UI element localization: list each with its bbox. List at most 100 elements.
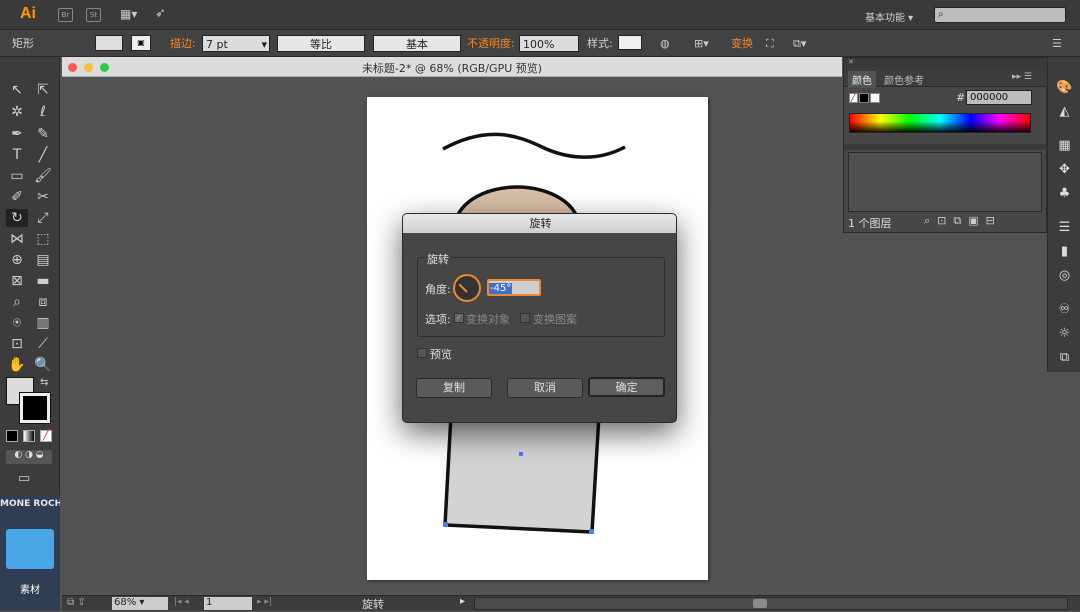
shape-options-icon[interactable]: ⧉▾ (793, 35, 806, 52)
pen-tool-icon[interactable]: ✒ (6, 125, 28, 143)
stroke-panel-icon[interactable]: ☰ (1056, 219, 1073, 236)
bridge-icon[interactable]: Br (58, 8, 73, 22)
tab-color-guide[interactable]: 颜色参考 (884, 72, 924, 87)
document-tab[interactable]: 未标题-2* @ 68% (RGB/GPU 预览) (62, 57, 842, 77)
search-input[interactable]: ⌕ (934, 7, 1066, 23)
isolate-icon[interactable]: ⛶ (766, 35, 774, 52)
free-transform-tool-icon[interactable]: ⬚ (32, 230, 54, 248)
profile-uniform-label: 等比 (310, 38, 332, 51)
panel-menu-icon[interactable]: ☰ (1052, 35, 1062, 52)
white-swatch[interactable] (870, 93, 880, 103)
scale-tool-icon[interactable]: ⤢ (32, 209, 54, 227)
cc-libraries-icon[interactable]: ♾ (1056, 301, 1073, 318)
rectangle-tool-icon[interactable]: ▭ (6, 167, 28, 185)
close-panel-icon[interactable]: ✕ (848, 58, 854, 66)
copy-button[interactable]: 复制 (416, 378, 492, 398)
body-rectangle[interactable] (443, 413, 601, 534)
width-tool-icon[interactable]: ⋈ (6, 230, 28, 248)
symbol-sprayer-tool-icon[interactable]: ⍟ (6, 314, 28, 332)
ok-button[interactable]: 确定 (588, 377, 665, 397)
drawing-modes-icon[interactable]: ◐ ◑ ◒ (6, 450, 52, 464)
layers-list[interactable] (848, 152, 1042, 212)
angle-input[interactable]: -45° (487, 279, 541, 296)
rotate-tool-icon[interactable]: ↻ (6, 209, 28, 227)
screen-mode-icon[interactable]: ▭ (18, 471, 30, 486)
graphic-style-swatch[interactable] (618, 35, 642, 50)
angle-dial-icon[interactable] (453, 274, 481, 302)
transform-objects-checkbox[interactable]: ✓ (454, 313, 464, 323)
color-mode-icon[interactable] (6, 430, 18, 442)
graph-tool-icon[interactable]: ▥ (32, 314, 54, 332)
stock-icon[interactable]: St (86, 8, 101, 22)
appearance-icon[interactable]: ☼ (1056, 325, 1073, 342)
gradient-tool-icon[interactable]: ▬ (32, 272, 54, 290)
layer-actions-icons[interactable]: ⌕⊡⧉▣⊟ (924, 214, 1002, 228)
hand-tool-icon[interactable]: ✋ (6, 356, 28, 374)
magic-wand-tool-icon[interactable]: ✲ (6, 103, 28, 121)
perspective-grid-tool-icon[interactable]: ▤ (32, 251, 54, 269)
workspace-switcher[interactable]: 基本功能 ▾ (865, 9, 913, 24)
align-icon[interactable]: ⊞▾ (694, 35, 709, 52)
artboard-nav-next-icon[interactable]: ▸ ▸| (257, 597, 272, 607)
artboard-nav-prev-icon[interactable]: |◂ ◂ (174, 597, 189, 607)
status-icons[interactable]: ⧉ ⇪ (67, 597, 86, 608)
color-spectrum[interactable] (849, 113, 1031, 133)
transform-patterns-checkbox[interactable] (520, 313, 530, 323)
horizontal-scrollbar[interactable] (474, 597, 1068, 610)
stroke-color-swatch[interactable]: ▣ (131, 35, 151, 51)
preview-checkbox[interactable] (417, 348, 427, 358)
none-mode-icon[interactable]: ╱ (40, 430, 52, 442)
brushes-icon[interactable]: ✥ (1056, 161, 1073, 178)
shape-builder-tool-icon[interactable]: ⊕ (6, 251, 28, 269)
shaper-tool-icon[interactable]: ✐ (6, 188, 28, 206)
swatches-icon[interactable]: ▦ (1056, 137, 1073, 154)
color-palette-icon[interactable]: 🎨 (1056, 79, 1073, 96)
artboard-number-field[interactable]: 1 (204, 597, 252, 610)
scrollbar-thumb[interactable] (753, 599, 767, 608)
eyedropper-tool-icon[interactable]: ⌕ (6, 293, 28, 311)
type-tool-icon[interactable]: T (6, 146, 28, 164)
hex-input[interactable]: 000000 (966, 90, 1032, 105)
status-menu-icon[interactable]: ▸ (460, 596, 465, 607)
slice-tool-icon[interactable]: ⟋ (32, 335, 54, 353)
mesh-tool-icon[interactable]: ⊠ (6, 272, 28, 290)
swap-fill-stroke-icon[interactable]: ⇆ (40, 377, 48, 388)
artboard-tool-icon[interactable]: ⊡ (6, 335, 28, 353)
fill-color-swatch[interactable] (95, 35, 123, 51)
color-guide-icon[interactable]: ◭ (1056, 103, 1073, 120)
tab-color[interactable]: 颜色 (848, 71, 876, 88)
black-swatch[interactable] (859, 93, 869, 103)
cancel-button[interactable]: 取消 (507, 378, 583, 398)
gpu-performance-icon[interactable]: ➶ (155, 6, 166, 21)
graphic-styles-icon[interactable]: ⧉ (1056, 349, 1073, 366)
gradient-panel-icon[interactable]: ▮ (1056, 243, 1073, 260)
paintbrush-tool-icon[interactable]: 🖌 (32, 167, 54, 185)
line-tool-icon[interactable]: ╱ (32, 146, 54, 164)
zoom-field[interactable]: 68% ▾ (112, 597, 168, 610)
selection-tool-icon[interactable]: ↖ (6, 81, 28, 99)
stroke-swatch[interactable] (19, 392, 51, 424)
transparency-icon[interactable]: ◎ (1056, 267, 1073, 284)
zoom-value: 68% (114, 597, 137, 608)
direct-selection-tool-icon[interactable]: ⇱ (32, 81, 54, 99)
opacity-label[interactable]: 不透明度: (467, 35, 515, 52)
recolor-artwork-icon[interactable]: ◍ (660, 35, 670, 52)
folder-icon[interactable] (6, 529, 54, 569)
symbols-icon[interactable]: ♣ (1056, 185, 1073, 202)
transform-link[interactable]: 变换 (731, 35, 753, 52)
hair-curve[interactable] (442, 132, 626, 159)
curvature-tool-icon[interactable]: ✎ (32, 125, 54, 143)
none-swatch[interactable]: ╱ (849, 93, 858, 103)
blend-tool-icon[interactable]: ⧈ (32, 293, 54, 311)
variable-width-profile-dropdown[interactable]: 等比 (277, 35, 365, 52)
panel-options-icon[interactable]: ▸▸ ☰ (1012, 72, 1032, 82)
gradient-mode-icon[interactable] (23, 430, 35, 442)
brush-definition-dropdown[interactable]: 基本 (373, 35, 461, 52)
opacity-field[interactable]: 100% (519, 35, 579, 52)
arrange-documents-icon[interactable]: ▦▾ (120, 7, 142, 22)
stroke-weight-field[interactable]: 7 pt ▾ (202, 35, 270, 52)
stroke-label[interactable]: 描边: (170, 35, 196, 52)
scissors-tool-icon[interactable]: ✂ (32, 188, 54, 206)
lasso-tool-icon[interactable]: ℓ (32, 103, 54, 121)
zoom-tool-icon[interactable]: 🔍 (32, 356, 54, 374)
